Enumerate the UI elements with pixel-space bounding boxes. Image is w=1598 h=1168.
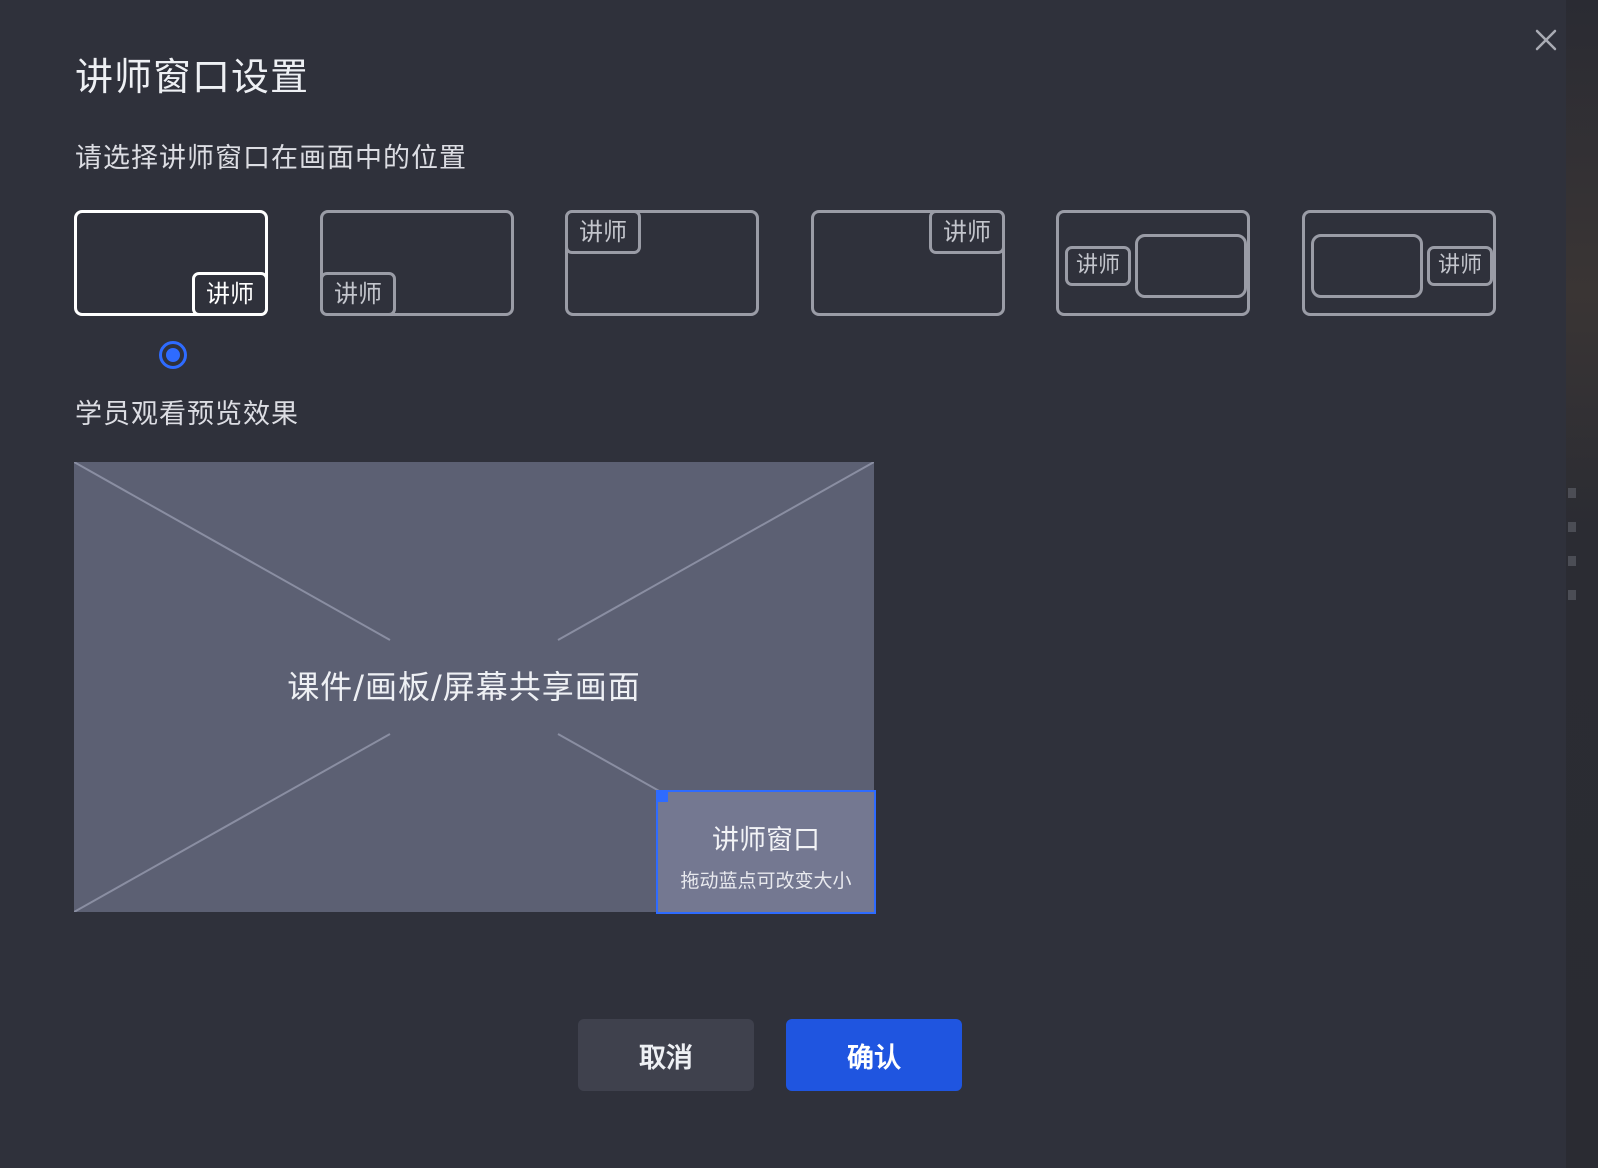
teacher-window-settings-dialog: 讲师窗口设置 请选择讲师窗口在画面中的位置 讲师 讲师 讲师 讲师 讲师 讲师 …: [0, 0, 1566, 1168]
resize-handle[interactable]: [656, 790, 668, 802]
teacher-window-hint: 拖动蓝点可改变大小: [680, 870, 852, 892]
layout-option-tag: 讲师: [929, 210, 1005, 254]
layout-option-side-right[interactable]: 讲师: [1302, 210, 1496, 316]
content-panel-shape: [1311, 234, 1423, 298]
content-panel-shape: [1135, 234, 1247, 298]
close-icon[interactable]: [1530, 24, 1562, 56]
background-window-edge: [1566, 0, 1598, 1168]
position-prompt: 请选择讲师窗口在画面中的位置: [75, 143, 467, 174]
layout-option-side-left[interactable]: 讲师: [1056, 210, 1250, 316]
layout-option-bottom-right[interactable]: 讲师: [74, 210, 268, 316]
layout-radio-selected[interactable]: [159, 341, 187, 369]
layout-option-bottom-left[interactable]: 讲师: [320, 210, 514, 316]
layout-option-tag: 讲师: [565, 210, 641, 254]
layout-option-tag: 讲师: [1427, 246, 1493, 286]
confirm-button[interactable]: 确认: [786, 1019, 962, 1091]
layout-option-top-left[interactable]: 讲师: [565, 210, 759, 316]
layout-option-tag: 讲师: [192, 272, 268, 316]
cancel-button[interactable]: 取消: [578, 1019, 754, 1091]
content-share-label: 课件/画板/屏幕共享画面: [287, 668, 641, 706]
teacher-window-title: 讲师窗口: [712, 825, 820, 856]
teacher-window-preview[interactable]: 讲师窗口 拖动蓝点可改变大小: [656, 790, 876, 914]
layout-option-top-right[interactable]: 讲师: [811, 210, 1005, 316]
layout-option-tag: 讲师: [1065, 246, 1131, 286]
layout-option-tag: 讲师: [320, 272, 396, 316]
dialog-title: 讲师窗口设置: [75, 55, 310, 99]
preview-label: 学员观看预览效果: [75, 399, 299, 430]
